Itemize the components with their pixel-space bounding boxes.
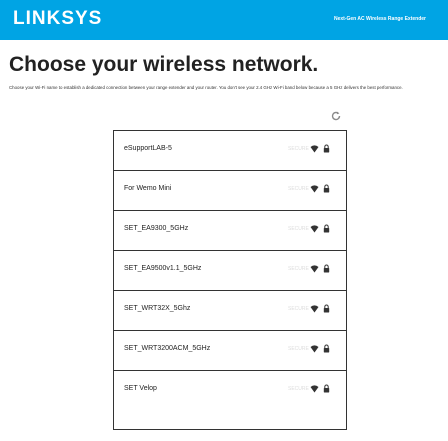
security-label: SECURE [288, 346, 309, 352]
network-list: eSupportLAB-5 SECURE For Wemo Mini SECUR… [113, 130, 347, 430]
linksys-logo: LINKSYS [13, 8, 103, 29]
security-label: SECURE [288, 266, 309, 272]
network-row[interactable]: For Wemo Mini SECURE [114, 171, 346, 211]
product-name: Next-Gen AC Wireless Range Extender [333, 16, 426, 22]
lock-icon [323, 304, 330, 313]
network-ssid: eSupportLAB-5 [124, 145, 172, 152]
network-ssid: For Wemo Mini [124, 185, 172, 192]
page-title: Choose your wireless network. [9, 53, 319, 76]
wifi-signal-icon [310, 185, 319, 193]
security-label: SECURE [288, 226, 309, 232]
lock-icon [323, 184, 330, 193]
lock-icon [323, 344, 330, 353]
lock-icon [323, 384, 330, 393]
page-description: Choose your Wi-Fi name to establish a de… [9, 85, 403, 90]
security-label: SECURE [288, 186, 309, 192]
refresh-icon[interactable] [330, 110, 342, 122]
security-label: SECURE [288, 146, 309, 152]
wifi-signal-icon [310, 145, 319, 153]
network-ssid: SET Velop [124, 385, 157, 392]
lock-icon [323, 224, 330, 233]
network-ssid: SET_WRT32X_5Ghz [124, 305, 191, 312]
security-label: SECURE [288, 306, 309, 312]
top-banner: LINKSYS Next-Gen AC Wireless Range Exten… [0, 0, 448, 40]
network-row[interactable]: SET_EA9300_5GHz SECURE [114, 211, 346, 251]
lock-icon [323, 264, 330, 273]
network-row[interactable]: eSupportLAB-5 SECURE [114, 131, 346, 171]
wifi-signal-icon [310, 385, 319, 393]
wifi-signal-icon [310, 225, 319, 233]
network-ssid: SET_WRT3200ACM_5GHz [124, 345, 211, 352]
wifi-signal-icon [310, 345, 319, 353]
wifi-signal-icon [310, 305, 319, 313]
security-label: SECURE [288, 386, 309, 392]
network-row[interactable]: SET_WRT3200ACM_5GHz SECURE [114, 331, 346, 371]
network-row[interactable]: SET_WRT32X_5Ghz SECURE [114, 291, 346, 331]
network-row[interactable]: SET Velop SECURE [114, 371, 346, 411]
network-ssid: SET_EA9300_5GHz [124, 225, 189, 232]
network-row[interactable]: SET_EA9500v1.1_5GHz SECURE [114, 251, 346, 291]
lock-icon [323, 144, 330, 153]
wifi-signal-icon [310, 265, 319, 273]
network-ssid: SET_EA9500v1.1_5GHz [124, 265, 202, 272]
